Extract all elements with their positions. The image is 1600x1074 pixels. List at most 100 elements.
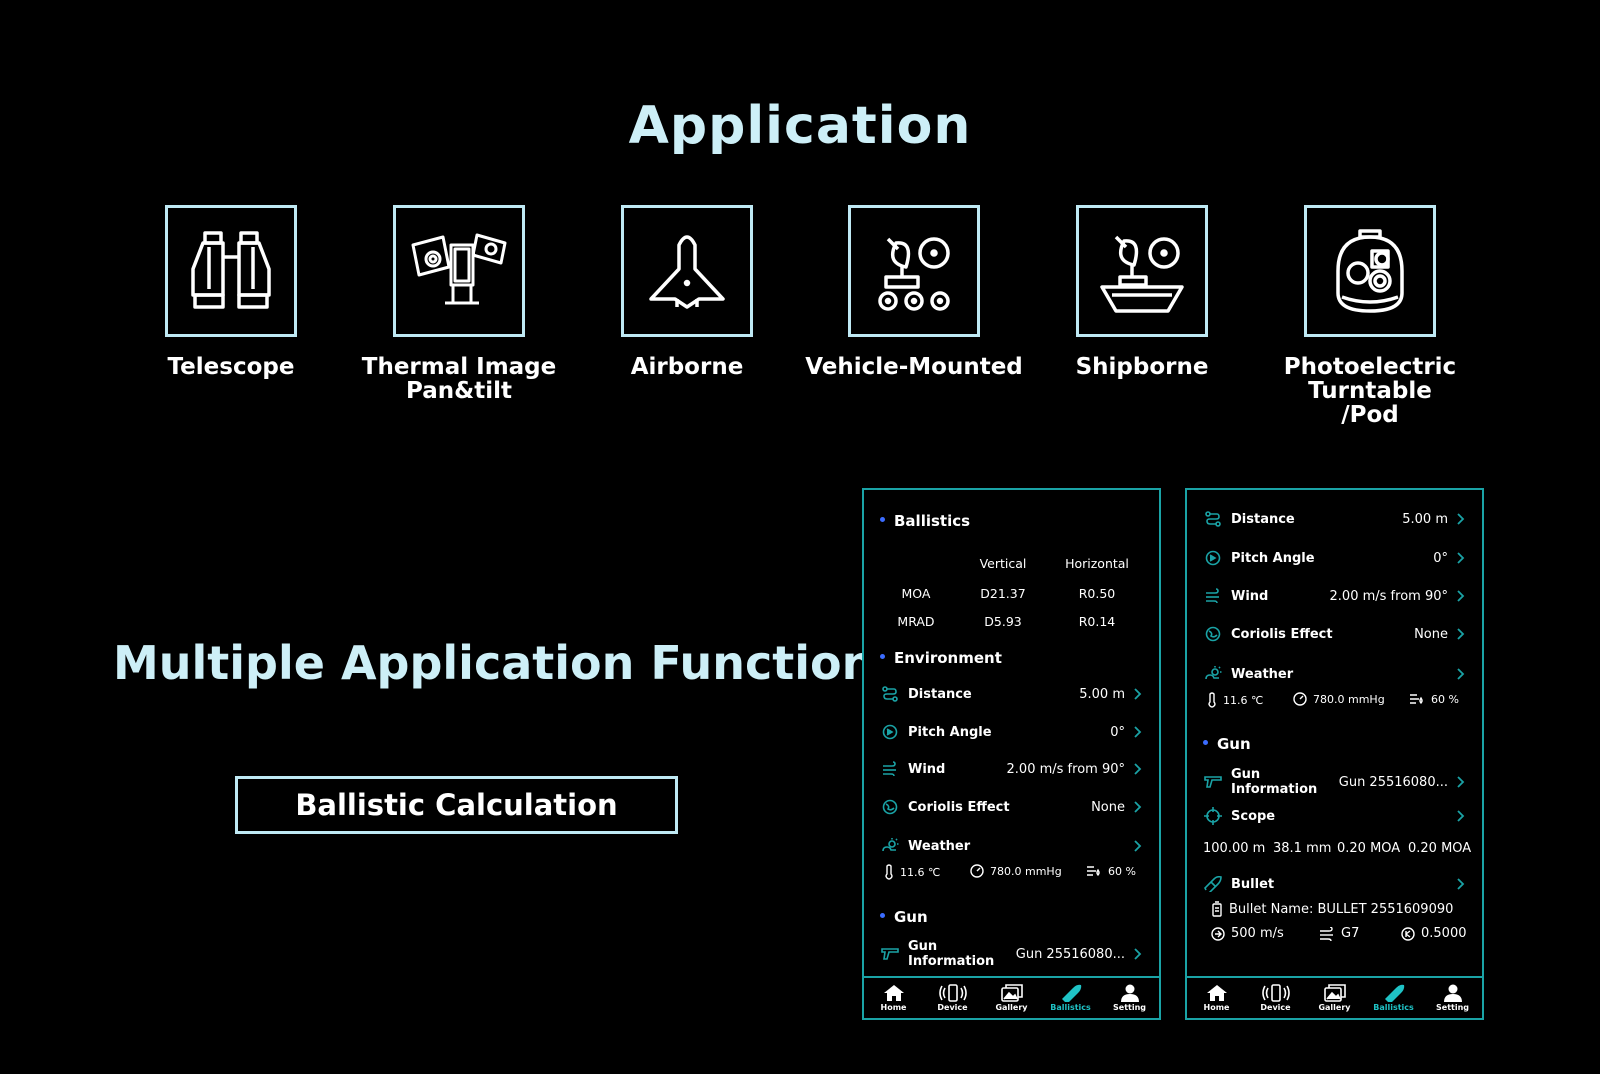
page-title: Application — [628, 96, 972, 156]
label-mrad: MRAD — [897, 614, 935, 629]
row-label: Distance — [908, 686, 972, 702]
row-label: Scope — [1231, 808, 1276, 824]
row-label: Coriolis Effect — [908, 799, 1010, 815]
chevron-right-icon — [1457, 810, 1465, 822]
weather-humidity: 60 % — [1409, 692, 1459, 706]
device-icon — [938, 984, 967, 1002]
row-label: Distance — [1231, 511, 1295, 527]
cartridge-icon — [1212, 901, 1222, 917]
velocity-value: 500 m/s — [1231, 926, 1284, 941]
headline: Multiple Application Function — [113, 636, 875, 690]
nav-setting[interactable]: Setting — [1100, 978, 1159, 1018]
row-value: 2.00 m/s from 90° — [1006, 761, 1125, 777]
chevron-right-icon — [1457, 513, 1465, 525]
coefficient-icon — [1401, 926, 1415, 941]
moa-horizontal: R0.50 — [1078, 586, 1116, 601]
row-bullet[interactable]: Bullet — [1203, 873, 1468, 895]
app-icon-frame — [165, 205, 297, 337]
humidity-icon — [1410, 694, 1423, 704]
thermometer-icon — [1208, 692, 1216, 708]
app-label: Airborne — [630, 354, 744, 380]
nav-ballistics[interactable]: Ballistics — [1041, 978, 1100, 1018]
aircraft-icon — [649, 235, 725, 309]
humidity-icon — [1087, 866, 1100, 876]
humidity-value: 60 % — [1431, 692, 1459, 706]
row-label: Bullet — [1231, 876, 1275, 892]
mrad-horizontal: R0.14 — [1078, 614, 1116, 629]
row-label: Weather — [908, 838, 971, 854]
gallery-icon — [1000, 984, 1023, 1002]
row-gun-information[interactable]: Gun Information Gun 25516080... — [1203, 767, 1468, 797]
row-scope[interactable]: Scope — [1203, 805, 1468, 827]
row-weather[interactable]: Weather — [880, 835, 1145, 857]
velocity-icon — [1211, 926, 1225, 941]
chevron-right-icon — [1457, 590, 1465, 602]
chevron-right-icon — [1457, 878, 1465, 890]
row-wind[interactable]: Wind 2.00 m/s from 90° — [880, 758, 1145, 780]
row-distance[interactable]: Distance 5.00 m — [880, 683, 1145, 705]
chevron-right-icon — [1134, 688, 1142, 700]
moa-vertical: D21.37 — [980, 586, 1026, 601]
home-icon — [1206, 985, 1227, 1001]
section-label: Gun — [894, 908, 928, 926]
row-gun-information[interactable]: Gun Information Gun 25516080... — [880, 939, 1145, 969]
drag-model-value: G7 — [1341, 926, 1360, 941]
row-coriolis-effect[interactable]: Coriolis Effect None — [880, 796, 1145, 818]
app-photoelectric-pod: Photoelectric Turntable /Pod — [1250, 205, 1490, 427]
pitch-angle-icon — [882, 724, 898, 740]
mrad-vertical: D5.93 — [984, 614, 1022, 629]
binoculars-icon — [191, 231, 271, 309]
nav-label: Gallery — [1318, 1003, 1351, 1012]
scope-moa-1: 0.20 MOA — [1337, 841, 1401, 856]
row-value: Gun 25516080... — [1338, 774, 1448, 790]
app-icon-frame — [1304, 205, 1436, 337]
nav-home[interactable]: Home — [1187, 978, 1246, 1018]
app-label: Photoelectric Turntable /Pod — [1283, 354, 1457, 428]
chevron-right-icon — [1134, 801, 1142, 813]
phone-screen-settings: Distance 5.00 m Pitch Angle 0° Wind 2.00… — [1185, 488, 1484, 1020]
person-icon — [1120, 984, 1139, 1002]
bullet-name: Bullet Name: BULLET 2551609090 — [1211, 901, 1453, 917]
bottom-nav: Home Device Gallery Ballistics Setting — [864, 976, 1159, 1018]
row-pitch-angle[interactable]: Pitch Angle 0° — [1203, 547, 1468, 569]
row-wind[interactable]: Wind 2.00 m/s from 90° — [1203, 585, 1468, 607]
chevron-right-icon — [1134, 948, 1142, 960]
header-vertical: Vertical — [979, 556, 1027, 571]
nav-gallery[interactable]: Gallery — [982, 978, 1041, 1018]
row-label: Coriolis Effect — [1231, 626, 1333, 642]
chevron-right-icon — [1457, 776, 1465, 788]
nav-label: Home — [1203, 1003, 1230, 1012]
nav-device[interactable]: Device — [923, 978, 982, 1018]
nav-device[interactable]: Device — [1246, 978, 1305, 1018]
section-dot — [880, 517, 885, 522]
gun-icon — [881, 948, 899, 960]
nav-home[interactable]: Home — [864, 978, 923, 1018]
nav-ballistics[interactable]: Ballistics — [1364, 978, 1423, 1018]
nav-label: Ballistics — [1373, 1003, 1414, 1012]
row-value: Gun 25516080... — [1015, 946, 1125, 962]
gauge-icon — [970, 864, 984, 878]
row-coriolis-effect[interactable]: Coriolis Effect None — [1203, 623, 1468, 645]
row-label: Gun Information — [1231, 767, 1318, 797]
row-weather[interactable]: Weather — [1203, 663, 1468, 685]
ballistic-calculation-button[interactable]: Ballistic Calculation — [235, 776, 678, 834]
chevron-right-icon — [1134, 763, 1142, 775]
section-gun: Gun — [880, 908, 928, 926]
app-vehicle-mounted: Vehicle-Mounted — [794, 205, 1034, 379]
app-thermal-pan-tilt: Thermal Image Pan&tilt — [339, 205, 579, 403]
nav-gallery[interactable]: Gallery — [1305, 978, 1364, 1018]
nav-setting[interactable]: Setting — [1423, 978, 1482, 1018]
section-ballistics: Ballistics — [880, 512, 970, 530]
bullet-icon — [1384, 984, 1404, 1002]
weather-icon — [1205, 666, 1222, 680]
app-label: Telescope — [167, 354, 295, 380]
row-label: Pitch Angle — [908, 724, 992, 740]
weather-pressure: 780.0 mmHg — [1293, 692, 1385, 706]
bullet-name-value: Bullet Name: BULLET 2551609090 — [1229, 901, 1454, 917]
app-icon-frame — [621, 205, 753, 337]
row-distance[interactable]: Distance 5.00 m — [1203, 508, 1468, 530]
row-label: Pitch Angle — [1231, 550, 1315, 566]
row-pitch-angle[interactable]: Pitch Angle 0° — [880, 721, 1145, 743]
gallery-icon — [1323, 984, 1346, 1002]
header-horizontal: Horizontal — [1065, 556, 1129, 571]
